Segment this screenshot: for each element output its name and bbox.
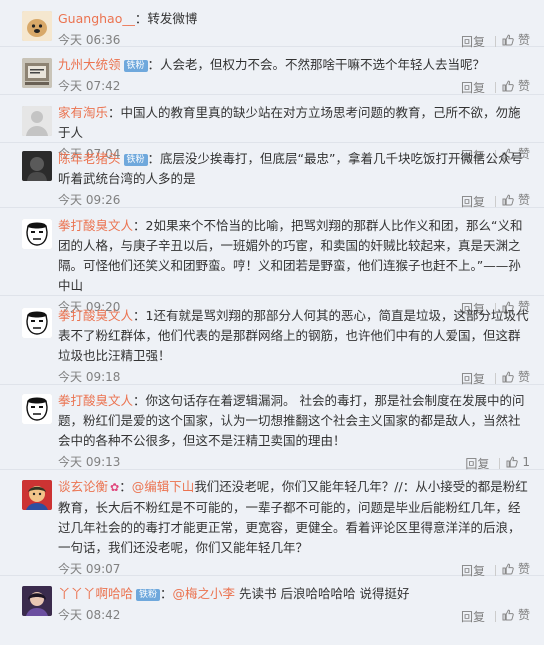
comment-item: 谈玄论衡 ✿：@编辑下山我们还没老呢，你们又能年轻几年？//：从小接受的都是粉红教… [0,470,544,578]
comment-meta: 今天 09:26 回复 赞 [58,190,530,210]
username[interactable]: 丫丫丫啊哈哈 [58,586,133,601]
reply-button[interactable]: 回复 [461,195,485,209]
reply-button[interactable]: 回复 [461,81,485,95]
like-button[interactable]: 赞 [502,76,530,96]
divider [494,82,496,93]
avatar[interactable] [22,219,52,249]
comment-text: 丫丫丫啊哈哈 铁粉 ：@梅之小李 先读书 后浪哈哈哈哈 说得挺好 [58,586,410,601]
like-button[interactable]: 1 [506,452,530,472]
thumbs-up-icon [502,194,514,206]
avatar[interactable] [22,58,52,88]
avatar[interactable] [22,586,52,616]
timestamp: 今天 07:42 [58,79,121,93]
username[interactable]: 拳打酸臭文人 [58,393,133,408]
username[interactable]: 谈玄论衡 [58,479,108,494]
username[interactable]: 拳打酸臭文人 [58,308,133,323]
comment-text: 陈年老猪头 铁粉 ：底层没少挨毒打，但底层“最忠”，拿着几千块吃饭打开微信公众号听着… [58,151,523,186]
comment-meta: 今天 07:42 回复 赞 [58,76,530,96]
like-label: 赞 [517,370,530,384]
username[interactable]: 家有淘乐 [58,105,108,120]
comment-text: 谈玄论衡 ✿：@编辑下山我们还没老呢，你们又能年轻几年？//：从小接受的都是粉红教… [58,479,528,555]
timestamp: 今天 09:18 [58,370,121,384]
thumbs-up-icon [502,34,514,46]
timestamp: 今天 08:42 [58,608,121,622]
comment-body: 中国人的教育里真的缺少站在对方立场思考问题的教育，己所不欲，勿施于人 [58,105,521,140]
comment-text: 九州大统领 铁粉 ：人会老，但权力不会。不然那啥干嘛不选个年轻人去当呢？ [58,57,486,72]
comment-meta: 今天 08:42 回复 赞 [58,605,530,625]
comment-actions: 回复 赞 [461,605,530,627]
comment-item: 拳打酸臭文人：1还有就是骂刘翔的那部分人何其的恶心，简直是垃圾，这部分垃圾代表不… [0,296,544,387]
thumbs-up-icon [502,563,514,575]
reply-button[interactable]: 回复 [461,372,485,386]
username[interactable]: Guanghao__ [58,11,135,26]
comment-item: 陈年老猪头 铁粉 ：底层没少挨毒打，但底层“最忠”，拿着几千块吃饭打开微信公众号听着… [0,143,544,210]
comment-text: 家有淘乐：中国人的教育里真的缺少站在对方立场思考问题的教育，己所不欲，勿施于人 [58,105,521,140]
timestamp: 今天 09:13 [58,455,121,469]
like-label: 赞 [517,608,530,622]
comment-item: 丫丫丫啊哈哈 铁粉 ：@梅之小李 先读书 后浪哈哈哈哈 说得挺好 今天 08:42 … [0,576,544,625]
like-button[interactable]: 赞 [502,367,530,387]
mention-link[interactable]: @编辑下山 [132,479,195,494]
comment-meta: 今天 09:18 回复 赞 [58,367,530,387]
like-count: 1 [522,455,530,469]
like-button[interactable]: 赞 [502,190,530,210]
mention-link[interactable]: @梅之小李 [173,586,236,601]
fan-badge: 铁粉 [123,60,148,72]
like-label: 赞 [517,79,530,93]
thumbs-up-icon [502,609,514,621]
comment-item: 九州大统领 铁粉 ：人会老，但权力不会。不然那啥干嘛不选个年轻人去当呢？ 今天 07… [0,47,544,95]
comment-item: 拳打酸臭文人：你这句话存在着逻辑漏洞。 社会的毒打，那是社会制度在发展中的问题，… [0,385,544,472]
reply-button[interactable]: 回复 [461,610,485,624]
timestamp: 今天 09:26 [58,193,121,207]
comment-item: 拳打酸臭文人：2如果来个不恰当的比喻，把骂刘翔的那群人比作义和团，那么“义和团的… [0,208,544,316]
like-label: 赞 [517,193,530,207]
username[interactable]: 陈年老猪头 [58,151,121,166]
reply-button[interactable]: 回复 [465,457,489,471]
comment-body: 人会老，但权力不会。不然那啥干嘛不选个年轻人去当呢？ [160,57,486,72]
comment-list: Guanghao__：转发微博 今天 06:36 回复赞 九州大统领 铁粉 ：人会老… [0,0,544,645]
fan-badge: 铁粉 [136,589,161,601]
avatar[interactable] [22,394,52,424]
like-button[interactable]: 赞 [502,605,530,625]
comment-text: 拳打酸臭文人：你这句话存在着逻辑漏洞。 社会的毒打，那是社会制度在发展中的问题，… [58,393,525,448]
divider [494,373,496,384]
flower-badge-icon: ✿ [110,481,120,494]
avatar[interactable] [22,11,52,41]
thumbs-up-icon [502,80,514,92]
avatar[interactable] [22,106,52,136]
avatar[interactable] [22,480,52,510]
comment-body: 先读书 后浪哈哈哈哈 说得挺好 [235,586,410,601]
comment-text: Guanghao__：转发微博 [58,11,198,26]
thumbs-up-icon [506,456,519,468]
divider [494,36,496,47]
divider [494,196,496,207]
divider [494,565,496,576]
comment-item: 家有淘乐：中国人的教育里真的缺少站在对方立场思考问题的教育，己所不欲，勿施于人 … [0,95,544,163]
avatar[interactable] [22,151,52,181]
thumbs-up-icon [502,371,514,383]
comment-text: 拳打酸臭文人：1还有就是骂刘翔的那部分人何其的恶心，简直是垃圾，这部分垃圾代表不… [58,308,529,363]
divider [494,611,496,622]
divider [499,458,501,469]
comment-text: 拳打酸臭文人：2如果来个不恰当的比喻，把骂刘翔的那群人比作义和团，那么“义和团的… [58,218,523,293]
username[interactable]: 拳打酸臭文人 [58,218,133,233]
username[interactable]: 九州大统领 [58,57,121,72]
comment-item: Guanghao__：转发微博 今天 06:36 回复赞 [0,0,544,49]
avatar[interactable] [22,308,52,338]
comment-body: 转发微博 [147,11,198,26]
comment-meta: 今天 09:13 回复 1 [58,452,530,472]
fan-badge: 铁粉 [123,154,148,166]
